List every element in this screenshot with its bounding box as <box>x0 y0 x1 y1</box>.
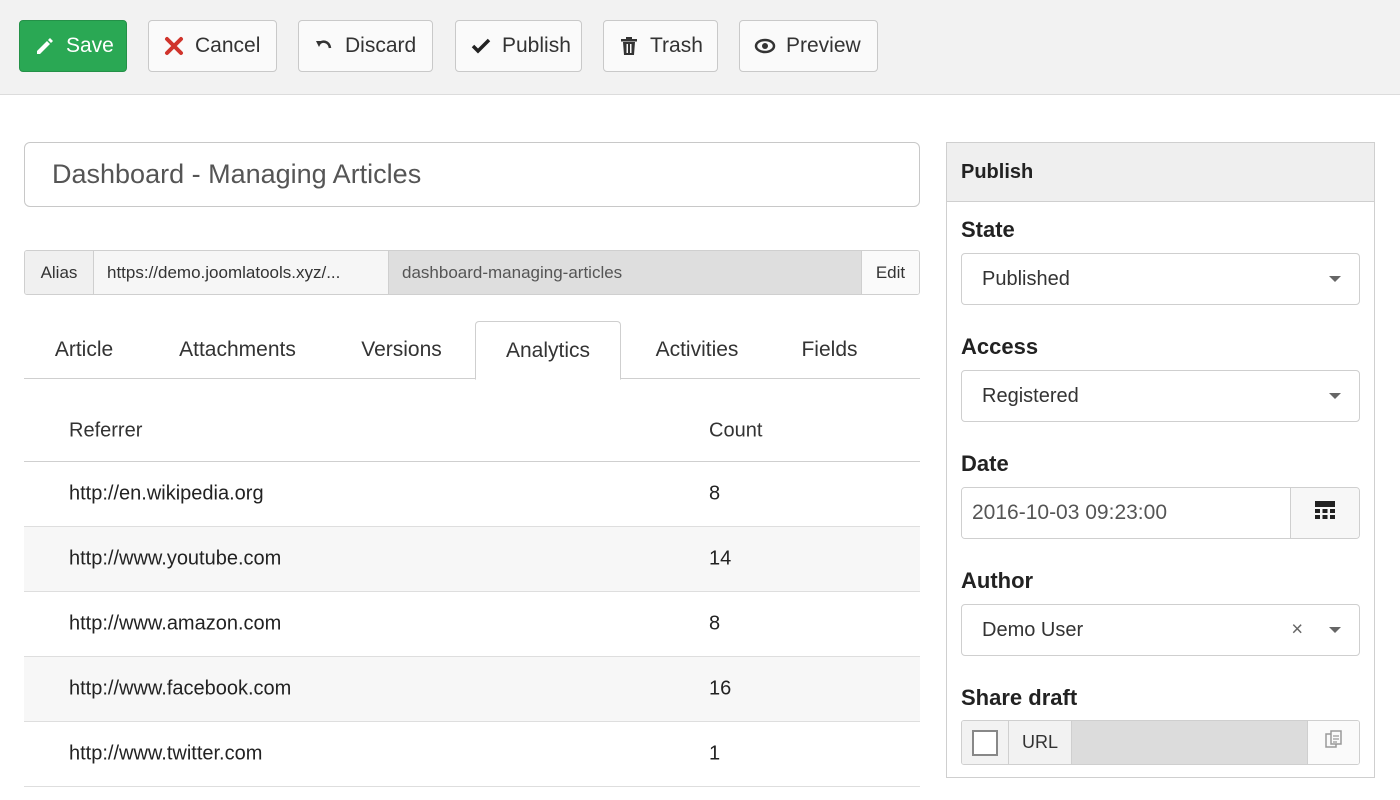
tab-bar: Article Attachments Versions Analytics A… <box>24 321 920 380</box>
calendar-icon <box>1315 500 1335 526</box>
trash-icon <box>618 35 640 57</box>
tab-versions[interactable]: Versions <box>344 321 459 379</box>
state-value: Published <box>982 267 1070 290</box>
column-header-count[interactable]: Count <box>709 419 762 442</box>
discard-button[interactable]: Discard <box>298 20 433 72</box>
count-cell: 16 <box>709 677 732 700</box>
title-input[interactable]: Dashboard - Managing Articles <box>24 142 920 207</box>
preview-label: Preview <box>786 34 861 57</box>
title-value: Dashboard - Managing Articles <box>52 159 422 189</box>
publish-panel: Publish State Published Access Registere… <box>946 142 1375 778</box>
count-cell: 8 <box>709 612 721 635</box>
copy-button[interactable] <box>1308 721 1359 764</box>
tab-activities[interactable]: Activities <box>639 321 755 379</box>
chevron-down-icon <box>1329 393 1341 399</box>
table-header: Referrer Count <box>24 400 920 462</box>
author-label: Author <box>961 568 1034 593</box>
state-select[interactable]: Published <box>961 253 1360 305</box>
copy-icon <box>1324 730 1344 755</box>
checkbox-box <box>972 729 998 756</box>
preview-button[interactable]: Preview <box>739 20 878 72</box>
tab-analytics[interactable]: Analytics <box>475 321 621 380</box>
count-cell: 1 <box>709 742 721 765</box>
alias-bar: Alias https://demo.joomlatools.xyz/... d… <box>24 250 920 295</box>
alias-slug-field[interactable]: dashboard-managing-articles <box>389 251 862 294</box>
share-draft-group: URL <box>961 720 1360 765</box>
referrer-cell: http://www.twitter.com <box>69 742 263 765</box>
clear-icon[interactable]: × <box>1291 619 1303 642</box>
referrer-cell: http://en.wikipedia.org <box>69 482 264 505</box>
access-label: Access <box>961 334 1039 359</box>
author-select[interactable]: Demo User × <box>961 604 1360 656</box>
undo-icon <box>313 35 335 57</box>
alias-label: Alias <box>25 251 94 294</box>
alias-base-url: https://demo.joomlatools.xyz/... <box>94 251 389 294</box>
calendar-button[interactable] <box>1291 488 1359 538</box>
access-select[interactable]: Registered <box>961 370 1360 422</box>
eye-icon <box>754 35 776 57</box>
share-draft-checkbox[interactable] <box>962 721 1009 764</box>
count-cell: 14 <box>709 547 732 570</box>
cancel-button[interactable]: Cancel <box>148 20 277 72</box>
chevron-down-icon <box>1329 627 1341 633</box>
table-row: http://en.wikipedia.org 8 <box>24 462 920 527</box>
cancel-label: Cancel <box>195 34 261 57</box>
toolbar: Save Cancel Discard Publish Trash Previe… <box>0 0 1400 95</box>
count-cell: 8 <box>709 482 721 505</box>
date-field-group: 2016-10-03 09:23:00 <box>961 487 1360 539</box>
tab-fields[interactable]: Fields <box>787 321 872 379</box>
analytics-table: Referrer Count http://en.wikipedia.org 8… <box>24 400 920 787</box>
share-url-label: URL <box>1009 721 1072 764</box>
tab-article[interactable]: Article <box>24 321 144 379</box>
date-input[interactable]: 2016-10-03 09:23:00 <box>962 488 1291 538</box>
save-label: Save <box>66 34 114 57</box>
referrer-cell: http://www.youtube.com <box>69 547 282 570</box>
share-url-field[interactable] <box>1072 721 1308 764</box>
access-value: Registered <box>982 384 1079 407</box>
state-label: State <box>961 217 1015 242</box>
trash-button[interactable]: Trash <box>603 20 718 72</box>
alias-edit-button[interactable]: Edit <box>862 251 919 294</box>
tab-attachments[interactable]: Attachments <box>154 321 321 379</box>
publish-button[interactable]: Publish <box>455 20 582 72</box>
table-row: http://www.facebook.com 16 <box>24 657 920 722</box>
referrer-cell: http://www.amazon.com <box>69 612 282 635</box>
referrer-cell: http://www.facebook.com <box>69 677 292 700</box>
table-row: http://www.amazon.com 8 <box>24 592 920 657</box>
close-icon <box>163 35 185 57</box>
pencil-icon <box>34 35 56 57</box>
share-draft-label: Share draft <box>961 685 1078 710</box>
save-button[interactable]: Save <box>19 20 127 72</box>
check-icon <box>470 35 492 57</box>
column-header-referrer[interactable]: Referrer <box>69 419 142 442</box>
chevron-down-icon <box>1329 276 1341 282</box>
publish-label: Publish <box>502 34 571 57</box>
discard-label: Discard <box>345 34 417 57</box>
date-label: Date <box>961 451 1009 476</box>
table-row: http://www.youtube.com 14 <box>24 527 920 592</box>
panel-title: Publish <box>947 143 1374 202</box>
table-row: http://www.twitter.com 1 <box>24 722 920 787</box>
author-value: Demo User <box>982 618 1084 641</box>
trash-label: Trash <box>650 34 703 57</box>
